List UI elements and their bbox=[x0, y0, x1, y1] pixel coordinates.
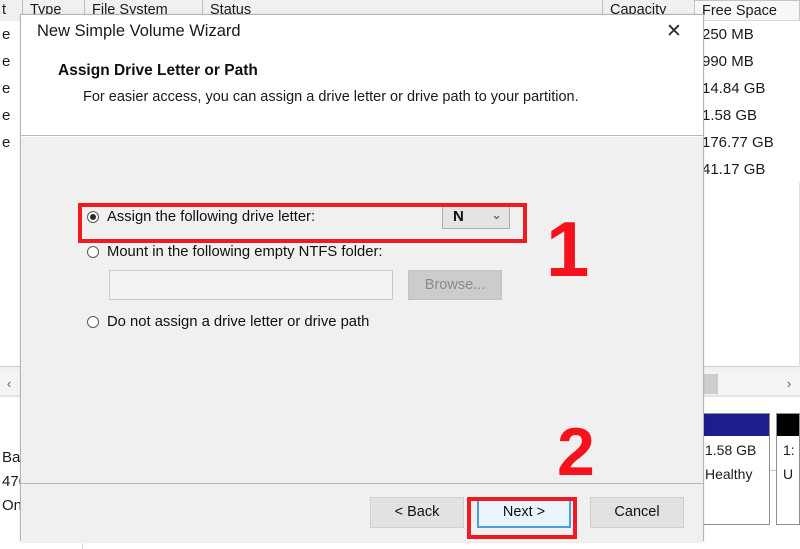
free-space-cell: 250 MB bbox=[694, 21, 800, 48]
next-button-overlay[interactable]: Next > bbox=[477, 497, 571, 528]
partition-usage-bar bbox=[699, 414, 769, 436]
volume-name-cell: e bbox=[2, 107, 11, 124]
free-space-cell: 41.17 GB bbox=[694, 156, 800, 183]
partition-usage-bar bbox=[777, 414, 799, 436]
radio-indicator[interactable] bbox=[87, 246, 99, 258]
page-title: Assign Drive Letter or Path bbox=[58, 62, 258, 79]
free-space-column: 250 MB 990 MB 14.84 GB 1.58 GB 176.77 GB… bbox=[694, 21, 800, 183]
drive-letter-value: N bbox=[453, 207, 464, 225]
volume-name-cell: e bbox=[2, 134, 11, 151]
column-header-free-space[interactable]: Free Space bbox=[694, 0, 800, 21]
column-header-volume[interactable]: t bbox=[0, 0, 22, 21]
page-subtitle: For easier access, you can assign a driv… bbox=[83, 89, 579, 105]
partition-capacity-label: 1.58 GB bbox=[705, 442, 757, 458]
free-space-cell: 14.84 GB bbox=[694, 75, 800, 102]
radio-indicator[interactable] bbox=[87, 211, 99, 223]
radio-mount-ntfs-folder[interactable]: Mount in the following empty NTFS folder… bbox=[87, 244, 383, 260]
partition-block[interactable]: 1.58 GB Healthy bbox=[698, 413, 770, 525]
cancel-button[interactable]: Cancel bbox=[590, 497, 684, 528]
radio-label-no-drive-letter: Do not assign a drive letter or drive pa… bbox=[107, 314, 370, 330]
browse-button[interactable]: Browse... bbox=[408, 270, 502, 300]
volume-name-column: e e e e e bbox=[0, 21, 22, 365]
screenshot-root: t Type File System Status Capacity Free … bbox=[0, 0, 800, 549]
new-simple-volume-wizard-dialog: New Simple Volume Wizard ✕ Assign Drive … bbox=[20, 14, 704, 543]
drive-letter-select[interactable]: N ⌄ bbox=[442, 203, 510, 229]
chevron-down-icon: ⌄ bbox=[491, 208, 502, 223]
free-space-cell: 1.58 GB bbox=[694, 102, 800, 129]
scroll-right-arrow-icon[interactable]: › bbox=[780, 371, 798, 397]
free-space-cell: 176.77 GB bbox=[694, 129, 800, 156]
radio-label-assign-drive-letter: Assign the following drive letter: bbox=[107, 209, 316, 225]
radio-assign-drive-letter[interactable]: Assign the following drive letter: bbox=[87, 209, 315, 225]
partition-capacity-label: 1: bbox=[783, 442, 795, 458]
dialog-body: Assign the following drive letter: N ⌄ M… bbox=[21, 136, 703, 483]
dialog-title: New Simple Volume Wizard bbox=[37, 22, 241, 40]
back-button[interactable]: < Back bbox=[370, 497, 464, 528]
volume-name-cell: e bbox=[2, 80, 11, 97]
dialog-footer: < Back Next > Cancel Next > bbox=[21, 483, 703, 543]
dialog-titlebar[interactable]: New Simple Volume Wizard ✕ bbox=[21, 15, 703, 48]
volume-name-cell: e bbox=[2, 53, 11, 70]
free-space-cell: 990 MB bbox=[694, 48, 800, 75]
radio-no-drive-letter[interactable]: Do not assign a drive letter or drive pa… bbox=[87, 314, 369, 330]
dialog-header: Assign Drive Letter or Path For easier a… bbox=[21, 48, 703, 136]
radio-indicator[interactable] bbox=[87, 316, 99, 328]
radio-label-mount-ntfs-folder: Mount in the following empty NTFS folder… bbox=[107, 244, 383, 260]
partition-status-label: Healthy bbox=[705, 466, 753, 482]
close-icon[interactable]: ✕ bbox=[657, 18, 691, 44]
volume-name-cell: e bbox=[2, 26, 11, 43]
partition-block[interactable]: 1: U bbox=[776, 413, 800, 525]
scroll-left-arrow-icon[interactable]: ‹ bbox=[0, 371, 18, 397]
mount-path-input[interactable] bbox=[109, 270, 393, 300]
partition-status-label: U bbox=[783, 466, 794, 482]
